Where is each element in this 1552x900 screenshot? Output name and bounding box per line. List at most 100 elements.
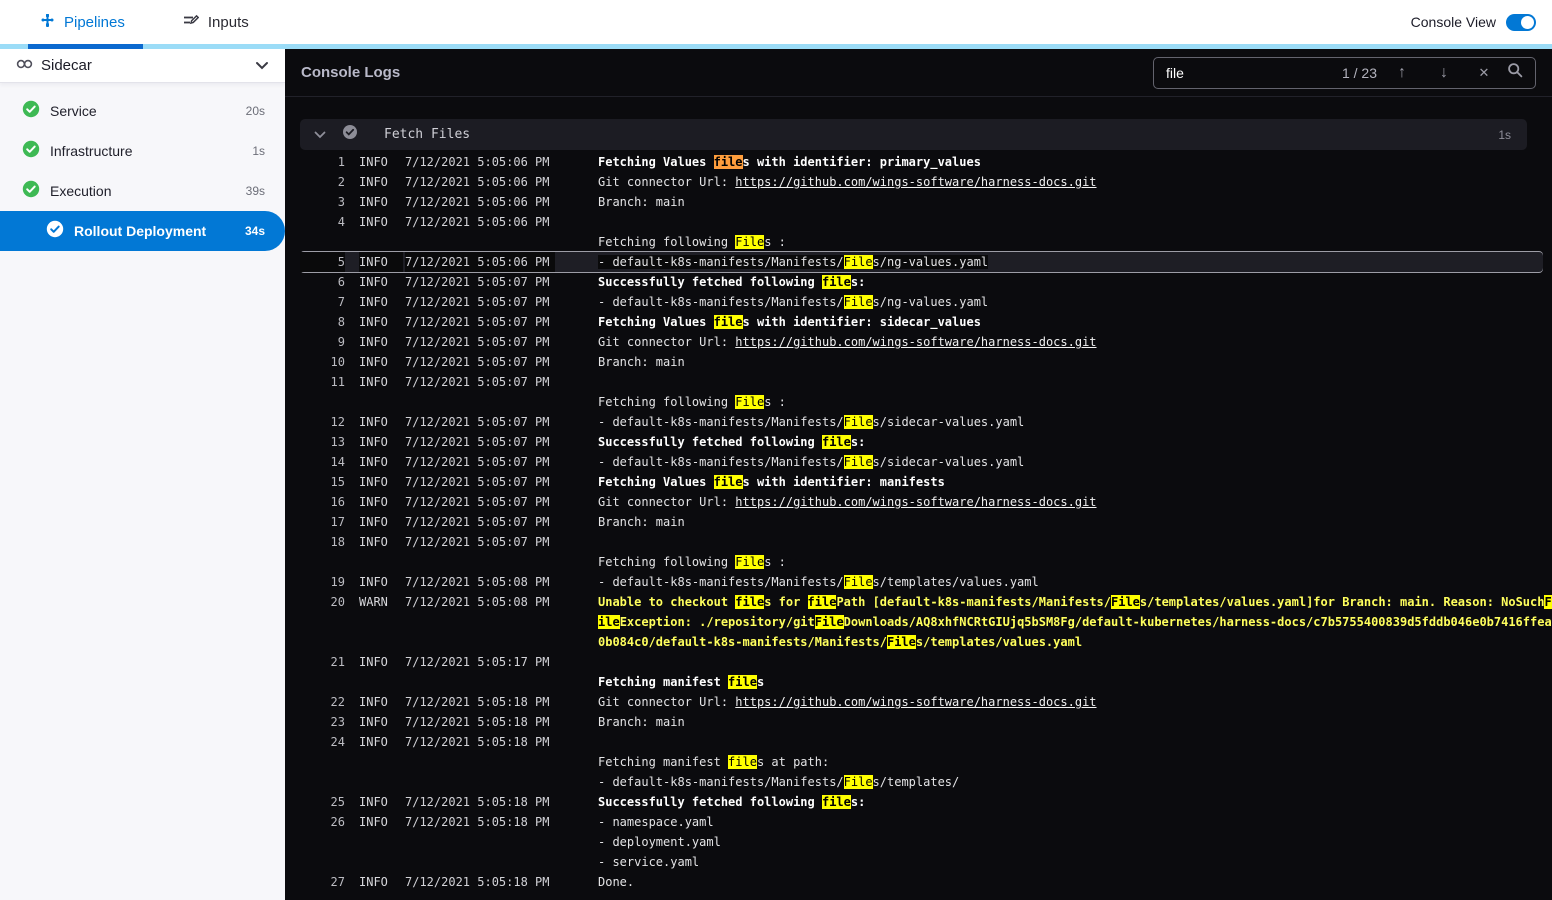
step-duration: 1s <box>252 144 265 158</box>
log-timestamp: 7/12/2021 5:05:18 PM <box>405 715 550 729</box>
log-message-row: Fetching manifest files at path: <box>598 752 1543 772</box>
log-text: - service.yaml <box>598 855 700 869</box>
log-timestamp: 7/12/2021 5:05:07 PM <box>405 515 550 529</box>
log-level: INFO <box>359 495 388 509</box>
section-chevron-down-icon[interactable] <box>314 126 326 144</box>
sidebar-item-execution[interactable]: Execution 39s <box>0 171 285 211</box>
log-level: INFO <box>359 195 388 209</box>
tab-strip <box>0 44 1552 49</box>
log-text: s/ng-values.yaml <box>872 295 989 309</box>
log-message-row: Successfully fetched following files: <box>598 432 1543 452</box>
log-line-number: 3 <box>337 195 345 209</box>
log-line-number: 11 <box>330 375 345 389</box>
log-level: INFO <box>359 535 388 549</box>
log-link[interactable]: https://github.com/wings-software/harnes… <box>735 335 1096 349</box>
log-text: Branch: main <box>598 515 685 529</box>
log-timestamp: 7/12/2021 5:05:07 PM <box>405 535 550 549</box>
log-message: - default-k8s-manifests/Manifests/Files/… <box>598 572 1543 592</box>
log-timestamp: 7/12/2021 5:05:07 PM <box>405 415 550 429</box>
log-timestamp: 7/12/2021 5:05:06 PM <box>405 215 550 229</box>
log-line-number: 15 <box>330 475 345 489</box>
log-section-header-fetch-files[interactable]: Fetch Files 1s <box>300 119 1527 150</box>
log-level: INFO <box>359 215 388 229</box>
log-search-box[interactable]: 1 / 23 ↑ ↓ ✕ <box>1153 56 1536 89</box>
log-line-number: 18 <box>330 535 345 549</box>
sidebar-item-service[interactable]: Service 20s <box>0 91 285 131</box>
log-level: INFO <box>359 515 388 529</box>
log-text: Git connector Url: <box>598 335 736 349</box>
search-icon[interactable] <box>1507 62 1523 83</box>
log-link[interactable]: https://github.com/wings-software/harnes… <box>735 175 1096 189</box>
log-timestamp: 7/12/2021 5:05:18 PM <box>405 735 550 749</box>
log-level: INFO <box>359 335 388 349</box>
log-line-14: 14 INFO 7/12/2021 5:05:07 PM - default-k8s-… <box>300 452 1543 472</box>
console-logs-title: Console Logs <box>301 64 401 81</box>
search-clear-button[interactable]: ✕ <box>1469 65 1499 81</box>
log-text: s: <box>850 435 866 449</box>
log-text: s/templates/values.yaml <box>872 575 1039 589</box>
log-line-2: 2 INFO 7/12/2021 5:05:06 PM Git connector U… <box>300 172 1543 192</box>
log-text: Fetching following <box>598 235 736 249</box>
search-prev-button[interactable]: ↑ <box>1385 64 1419 82</box>
log-text: - default-k8s-manifests/Manifests/ <box>598 415 844 429</box>
log-line-number: 12 <box>330 415 345 429</box>
chevron-down-icon[interactable] <box>255 57 269 75</box>
log-line-22: 22 INFO 7/12/2021 5:05:18 PM Git connector … <box>300 692 1543 712</box>
step-duration: 34s <box>244 224 265 238</box>
log-message: - default-k8s-manifests/Manifests/Files/… <box>598 412 1543 432</box>
log-text: s for <box>764 595 808 609</box>
log-text: s at path: <box>756 755 830 769</box>
log-level: INFO <box>359 475 388 489</box>
log-message: Fetching Values files with identifier: s… <box>598 312 1543 332</box>
sidebar-item-infrastructure[interactable]: Infrastructure 1s <box>0 131 285 171</box>
log-line-number: 27 <box>330 875 345 889</box>
log-text: Done. <box>598 875 635 889</box>
log-timestamp: 7/12/2021 5:05:06 PM <box>405 195 550 209</box>
step-success-check-icon <box>22 180 40 203</box>
log-line-3: 3 INFO 7/12/2021 5:05:06 PM Branch: main <box>300 192 1543 212</box>
log-timestamp: 7/12/2021 5:05:07 PM <box>405 335 550 349</box>
search-match: File <box>735 555 765 569</box>
log-level: INFO <box>359 815 388 829</box>
log-message: Git connector Url: https://github.com/wi… <box>598 692 1543 712</box>
log-level: INFO <box>359 155 388 169</box>
log-viewport[interactable]: Fetch Files 1s 1 INFO 7/12/2021 5:05:06 PM… <box>285 97 1552 900</box>
console-view-toggle[interactable] <box>1506 13 1536 31</box>
log-message-row: - default-k8s-manifests/Manifests/Files/… <box>598 252 1543 272</box>
log-link[interactable]: https://github.com/wings-software/harnes… <box>735 495 1096 509</box>
log-line-20: 20 WARN 7/12/2021 5:05:08 PM Unable to chec… <box>300 592 1552 652</box>
log-message-row <box>598 732 1543 752</box>
step-list: Service 20s Infrastructure 1s Execution 39s Ro… <box>0 83 285 251</box>
log-level: INFO <box>359 315 388 329</box>
log-message: - default-k8s-manifests/Manifests/Files/… <box>598 452 1543 472</box>
log-text: Git connector Url: <box>598 495 736 509</box>
log-message: Branch: main <box>598 192 1543 212</box>
stage-header-sidecar[interactable]: Sidecar <box>0 49 285 83</box>
search-input[interactable] <box>1166 64 1334 81</box>
search-match: file <box>821 435 851 449</box>
log-text: - default-k8s-manifests/Manifests/ <box>598 255 844 269</box>
log-text: Fetching Values <box>598 475 714 489</box>
log-level: INFO <box>359 795 388 809</box>
tab-inputs[interactable]: Inputs <box>183 13 249 32</box>
log-line-number: 20 <box>330 595 345 609</box>
log-text: Exception: ./repository/git <box>619 615 815 629</box>
log-text: Downloads/AQ8xhfNCRtGIUjq5bSM8Fg/default… <box>843 615 1552 629</box>
console-view-label: Console View <box>1410 14 1496 30</box>
step-label: Rollout Deployment <box>74 223 207 239</box>
log-timestamp: 7/12/2021 5:05:06 PM <box>405 175 550 189</box>
sidebar-item-rollout-deployment[interactable]: Rollout Deployment 34s <box>0 211 285 251</box>
log-text: - namespace.yaml <box>598 815 714 829</box>
log-line-number: 1 <box>337 155 345 169</box>
log-message-row: - default-k8s-manifests/Manifests/Files/… <box>598 412 1543 432</box>
log-message: Fetching following Files : <box>598 212 1543 252</box>
log-message-row: Git connector Url: https://github.com/wi… <box>598 172 1543 192</box>
log-text: s/templates/values.yaml <box>915 635 1083 649</box>
inputs-icon <box>183 13 200 32</box>
search-next-button[interactable]: ↓ <box>1427 64 1461 82</box>
log-line-number: 19 <box>330 575 345 589</box>
log-link[interactable]: https://github.com/wings-software/harnes… <box>735 695 1096 709</box>
pipelines-icon <box>40 13 55 32</box>
stage-link-icon <box>16 57 33 75</box>
tab-pipelines[interactable]: Pipelines <box>40 13 125 32</box>
